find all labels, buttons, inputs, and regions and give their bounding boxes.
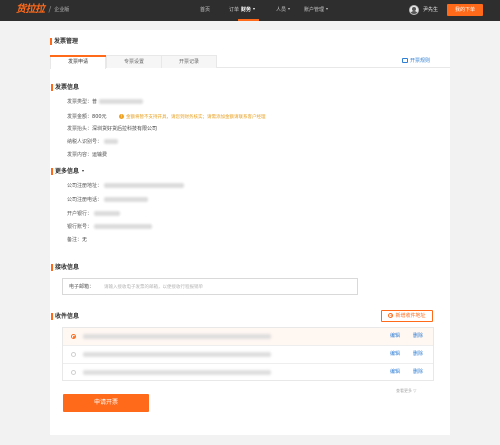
email-row: 电子邮箱： [62,278,358,295]
redacted-value [103,197,148,202]
address-radio[interactable] [71,352,76,357]
remark-label: 备注： [67,237,83,243]
edit-address-link[interactable]: 编辑 [390,351,400,358]
chevron-down-icon [82,170,85,172]
company-phone-label: 公司注册电话： [67,197,103,203]
nav-account[interactable]: 账户管理 [304,0,328,21]
redacted-value [103,183,184,188]
invoice-amount-label: 发票金额： [67,114,93,120]
redacted-address [83,370,271,375]
tab-bar: 发票申请 专票设置 开票记录 [50,55,450,69]
invoice-management-card: 发票管理 发票申请 专票设置 开票记录 开票规则 发票信息 发票类型：普 发票金… [50,30,450,435]
invoice-type-field: 发票类型：普 [67,99,143,106]
redacted-address [83,352,271,357]
invoice-title-value: 深圳货好货后拉科技有限公司 [92,126,158,132]
section-title-invoice-info: 发票信息 [51,84,79,91]
address-radio[interactable] [71,370,76,375]
document-icon [402,58,408,63]
nav-home[interactable]: 首页 [200,0,210,21]
invoice-rules-label: 开票规则 [410,58,431,64]
tab-invoice-records[interactable]: 开票记录 [161,55,217,68]
email-label: 电子邮箱： [69,284,95,290]
bank-account-label: 银行账号： [67,224,93,230]
add-address-button[interactable]: + 新增收件地址 [381,310,433,322]
invoice-rules-link[interactable]: 开票规则 [402,58,430,65]
redacted-value [93,211,120,216]
nav-finance[interactable]: 财务 [241,0,255,21]
apply-invoice-button[interactable]: 申请开票 [63,394,149,412]
invoice-content-value: 运输费 [92,152,108,158]
company-address-field: 公司注册地址： [67,183,184,190]
more-info-label: 更多信息 [55,168,80,175]
redacted-value [93,224,152,229]
amount-warning-text: 金额将暂不支持开具，请您到财务核实；请需添加金额请联系客户经理 [126,115,266,120]
tax-id-label: 纳税人识别号： [67,139,103,145]
redacted-value [98,99,143,104]
page-title: 发票管理 [50,38,78,45]
chevron-down-icon [287,8,290,10]
company-address-label: 公司注册地址： [67,183,103,189]
tab-invoice-apply[interactable]: 发票申请 [50,55,106,69]
address-row[interactable]: 编辑 删除 [63,346,433,364]
bank-field: 开户银行： [67,211,120,218]
remark-field: 备注：无 [67,237,87,244]
delete-address-link[interactable]: 删除 [413,333,423,340]
nav-people[interactable]: 人员 [276,0,290,21]
nav-account-label: 账户管理 [304,7,325,13]
nav-people-label: 人员 [276,7,287,13]
invoice-type-value: 普 [92,99,98,105]
tax-id-field: 纳税人识别号： [67,139,118,146]
nav-finance-label: 财务 [241,7,252,13]
bank-account-field: 银行账号： [67,224,152,231]
section-title-mail-info: 收件信息 [51,313,79,320]
invoice-amount-field: 发票金额：800元 [67,114,107,121]
edit-address-link[interactable]: 编辑 [390,369,400,376]
view-more-addresses-link[interactable]: 查看更多 ▽ [396,388,416,394]
top-navigation-bar: 货拉拉 / 企业版 首页 订单 财务 人员 账户管理 尹先生 我的下单 [0,0,500,21]
address-row[interactable]: 编辑 删除 [63,328,433,346]
section-title-receive-info: 接收信息 [51,264,79,271]
redacted-value [103,139,118,144]
chevron-down-icon [252,8,255,10]
add-address-label: 新增收件地址 [395,313,426,319]
user-name[interactable]: 尹先生 [423,0,438,21]
bank-label: 开户银行： [67,211,93,217]
email-input[interactable] [104,282,354,292]
remark-value: 无 [82,237,88,243]
logo-separator: / [48,5,52,14]
address-row[interactable]: 编辑 删除 [63,364,433,382]
avatar[interactable] [409,5,419,15]
logo[interactable]: 货拉拉 / 企业版 [16,4,69,16]
edit-address-link[interactable]: 编辑 [390,333,400,340]
place-order-button[interactable]: 我的下单 [447,4,483,16]
redacted-address [83,334,271,339]
address-list: 编辑 删除 编辑 删除 编辑 删除 [62,327,434,381]
invoice-content-label: 发票内容： [67,152,93,158]
invoice-amount-value: 800元 [92,114,107,120]
tab-special-invoice-settings[interactable]: 专票设置 [106,55,162,68]
company-phone-field: 公司注册电话： [67,197,148,204]
plus-circle-icon: + [388,313,394,318]
invoice-title-field: 发票抬头：深圳货好货后拉科技有限公司 [67,126,157,133]
edition-label: 企业版 [54,7,70,13]
warning-icon: ! [119,114,124,119]
delete-address-link[interactable]: 删除 [413,351,423,358]
nav-orders[interactable]: 订单 [229,0,239,21]
logo-text: 货拉拉 [16,4,45,15]
invoice-title-label: 发票抬头： [67,126,93,132]
address-radio[interactable] [71,334,76,339]
section-title-more-info[interactable]: 更多信息 [51,168,85,175]
delete-address-link[interactable]: 删除 [413,369,423,376]
invoice-content-field: 发票内容：运输费 [67,152,107,159]
amount-warning: ! 金额将暂不支持开具，请您到财务核实；请需添加金额请联系客户经理 [119,114,266,121]
invoice-type-label: 发票类型： [67,99,93,105]
active-nav-indicator [238,19,259,21]
chevron-down-icon [325,8,328,10]
